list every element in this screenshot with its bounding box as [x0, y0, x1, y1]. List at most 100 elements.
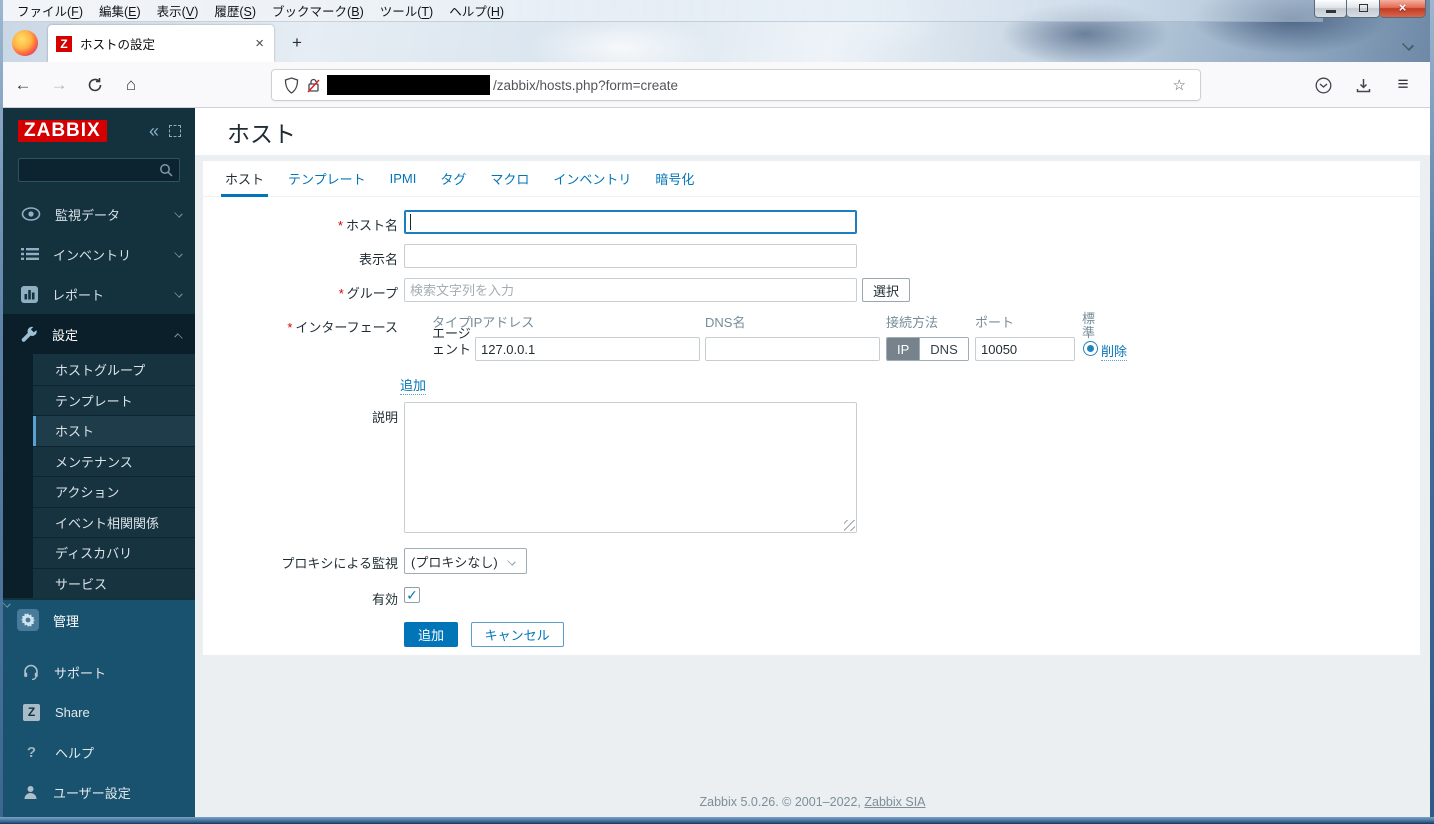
interface-add-link[interactable]: 追加: [400, 375, 427, 395]
menu-file[interactable]: ファイル(F): [9, 0, 91, 22]
url-bar[interactable]: /zabbix/hosts.php?form=create ☆: [272, 70, 1200, 100]
tab-macros[interactable]: マクロ: [490, 161, 529, 197]
maximize-button[interactable]: [1347, 0, 1380, 18]
browser-tab[interactable]: Z ホストの設定 ×: [48, 25, 274, 62]
group-label: * グループ: [338, 286, 398, 301]
tab-tags[interactable]: タグ: [440, 161, 466, 197]
host-form: *ホスト名 表示名 *グループ 選択: [203, 197, 1420, 647]
description-label: 説明: [371, 410, 398, 425]
tab-ipmi[interactable]: IPMI: [390, 161, 417, 197]
chevron-up-icon: [175, 330, 183, 338]
question-icon: ?: [26, 743, 37, 761]
insecure-lock-icon[interactable]: [302, 77, 324, 94]
eye-icon: [21, 207, 41, 221]
group-input[interactable]: [404, 278, 857, 302]
interface-remove-link[interactable]: 削除: [1101, 341, 1128, 361]
submenu-actions[interactable]: アクション: [33, 476, 195, 507]
menu-help[interactable]: ヘルプ(H): [441, 0, 512, 22]
menu-edit[interactable]: 編集(E): [91, 0, 149, 22]
host-name-input[interactable]: [404, 210, 857, 234]
sidebar-item-help[interactable]: ? ヘルプ: [3, 732, 195, 772]
interface-type: エージェント: [432, 326, 472, 357]
add-button[interactable]: 追加: [404, 622, 459, 647]
connect-to-segmented: IP DNS: [886, 337, 969, 361]
text-caret: [410, 214, 411, 230]
back-icon[interactable]: ←: [7, 69, 39, 101]
minimize-button[interactable]: [1314, 0, 1347, 18]
group-select-button[interactable]: 選択: [862, 278, 911, 302]
sidebar-item-share[interactable]: Z Share: [3, 692, 195, 732]
collapse-sidebar-icon[interactable]: «: [149, 122, 159, 140]
menu-bookmarks[interactable]: ブックマーク(B): [264, 0, 372, 22]
menu-view[interactable]: 表示(V): [149, 0, 207, 22]
page-title: ホスト: [227, 120, 296, 147]
tab-title: ホストの設定: [80, 38, 156, 52]
tab-host[interactable]: ホスト: [220, 161, 269, 197]
downloads-icon[interactable]: [1348, 69, 1378, 101]
menu-history[interactable]: 履歴(S): [206, 0, 264, 22]
enabled-checkbox[interactable]: ✓: [404, 587, 420, 603]
col-ip: IPアドレス: [470, 315, 535, 330]
sidebar-item-configuration[interactable]: 設定: [3, 314, 195, 354]
sidebar-item-reports[interactable]: レポート: [3, 274, 195, 314]
window-frame-left: [0, 0, 3, 824]
submenu-services[interactable]: サービス: [33, 567, 195, 598]
reload-icon[interactable]: [79, 69, 111, 101]
url-text[interactable]: /zabbix/hosts.php?form=create: [493, 78, 1167, 93]
submenu-event-correlation[interactable]: イベント相関関係: [33, 506, 195, 537]
bookmark-star-icon[interactable]: ☆: [1167, 76, 1192, 94]
interfaces-label: * インターフェース: [287, 320, 398, 335]
sidebar-user-menu: サポート Z Share ? ヘルプ ユーザー設定: [3, 652, 195, 812]
sidebar-header: ZABBIX «: [3, 108, 195, 152]
sidebar-item-administration[interactable]: 管理: [3, 600, 195, 640]
sidebar-item-monitoring[interactable]: 監視データ: [3, 194, 195, 234]
new-tab-button[interactable]: +: [286, 33, 308, 53]
resize-grip-icon[interactable]: [844, 520, 855, 531]
forward-icon: →: [50, 74, 68, 94]
connect-dns-button[interactable]: DNS: [919, 338, 968, 360]
gear-icon: [17, 609, 39, 631]
submenu-discovery[interactable]: ディスカバリ: [33, 537, 195, 568]
interface-ip-input[interactable]: [475, 337, 700, 361]
hamburger-menu-icon[interactable]: ≡: [1388, 69, 1418, 101]
search-icon: [159, 163, 173, 177]
zabbix-logo[interactable]: ZABBIX: [18, 120, 107, 142]
zabbix-sidebar: ZABBIX « 監視データ インベントリ レポート 設定 ホストグループ テン…: [3, 108, 195, 818]
proxy-label: プロキシによる監視: [281, 556, 398, 571]
sidebar-item-inventory[interactable]: インベントリ: [3, 234, 195, 274]
window-controls: ×: [1314, 0, 1426, 18]
tab-close-icon[interactable]: ×: [253, 36, 266, 51]
description-textarea[interactable]: [404, 402, 857, 533]
maximize-icon: [1358, 4, 1368, 12]
interface-port-input[interactable]: [975, 337, 1075, 361]
cancel-button[interactable]: キャンセル: [470, 622, 564, 647]
menu-tools[interactable]: ツール(T): [372, 0, 441, 22]
connect-ip-button[interactable]: IP: [887, 338, 920, 360]
col-dns: DNS名: [705, 315, 746, 330]
sidebar-item-user-settings[interactable]: ユーザー設定: [3, 772, 195, 812]
submenu-maintenance[interactable]: メンテナンス: [33, 445, 195, 476]
tab-templates[interactable]: テンプレート: [288, 161, 366, 197]
proxy-select[interactable]: (プロキシなし): [404, 548, 527, 574]
submenu-templates[interactable]: テンプレート: [33, 384, 195, 415]
interface-dns-input[interactable]: [705, 337, 880, 361]
default-radio[interactable]: [1083, 341, 1098, 356]
browser-menubar: ファイル(F) 編集(E) 表示(V) 履歴(S) ブックマーク(B) ツール(…: [3, 0, 1323, 22]
list-all-tabs-chevron-icon[interactable]: [1402, 38, 1414, 50]
bar-chart-icon: [21, 285, 38, 303]
sidebar-item-support[interactable]: サポート: [3, 652, 195, 692]
visible-name-input[interactable]: [404, 244, 857, 268]
home-icon[interactable]: ⌂: [115, 69, 147, 101]
submenu-hosts[interactable]: ホスト: [33, 415, 195, 446]
col-port: ポート: [975, 315, 1015, 330]
zabbix-sia-link[interactable]: Zabbix SIA: [864, 795, 925, 809]
tab-inventory[interactable]: インベントリ: [553, 161, 631, 197]
expand-sidebar-icon[interactable]: [169, 125, 181, 137]
close-button[interactable]: ×: [1380, 0, 1426, 18]
firefox-icon[interactable]: [12, 30, 38, 56]
shield-icon[interactable]: [280, 76, 302, 94]
tab-encryption[interactable]: 暗号化: [655, 161, 694, 197]
sidebar-search-input[interactable]: [18, 158, 180, 182]
pocket-icon[interactable]: [1308, 69, 1338, 101]
submenu-host-groups[interactable]: ホストグループ: [33, 354, 195, 385]
